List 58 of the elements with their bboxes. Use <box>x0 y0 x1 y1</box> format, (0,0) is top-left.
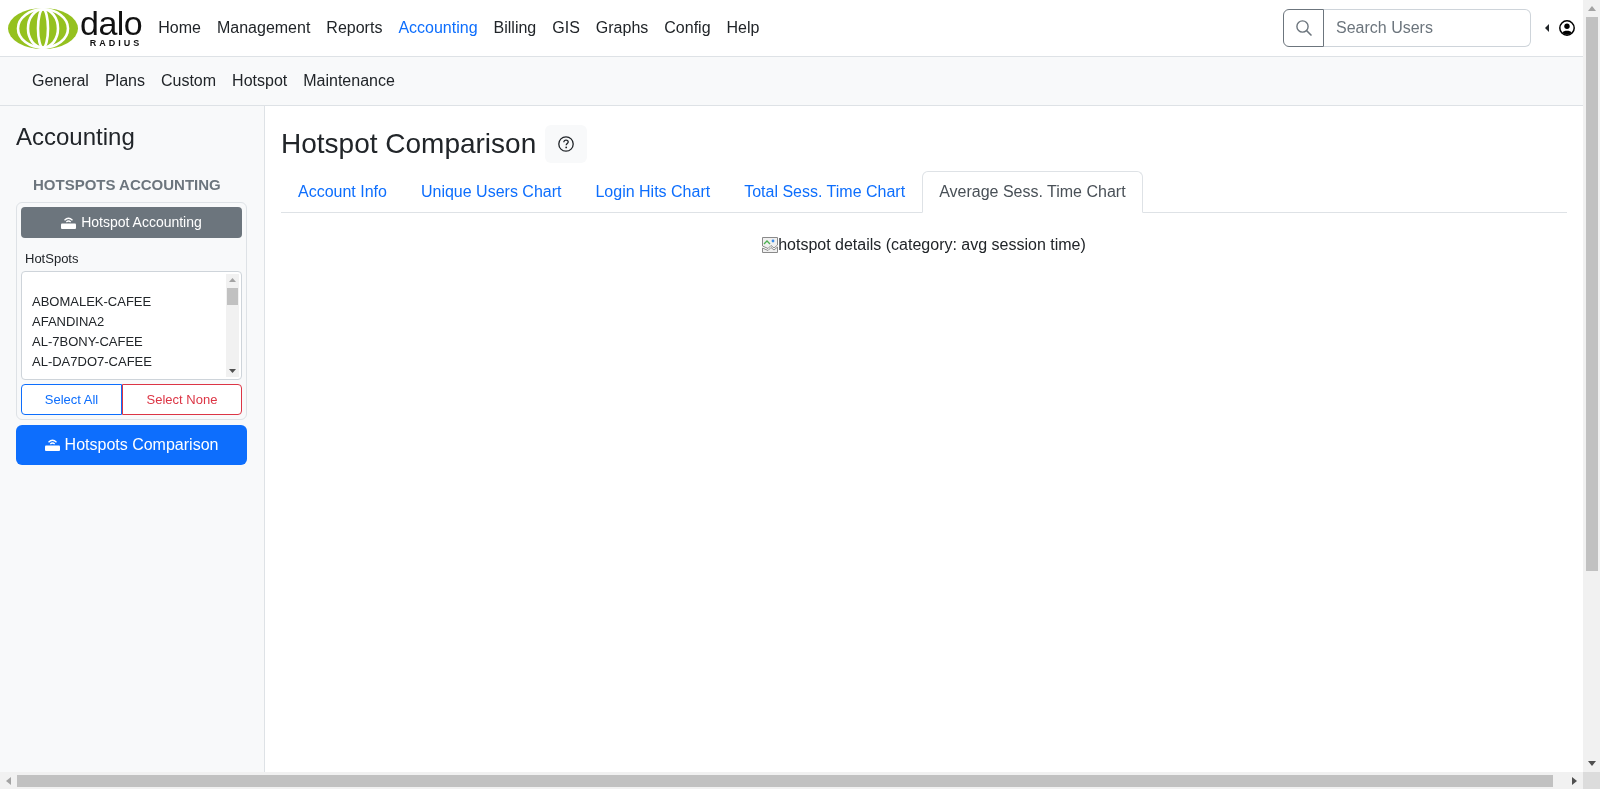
tab[interactable]: Average Sess. Time Chart <box>922 171 1143 213</box>
logo-subtext: RADIUS <box>89 38 143 48</box>
search-field[interactable]: Search Users <box>1324 9 1531 47</box>
nav-link[interactable]: Config <box>656 8 719 48</box>
section-title: HOTSPOTS ACCOUNTING <box>32 176 222 194</box>
scroll-down-icon[interactable] <box>1587 761 1596 766</box>
question-circle-icon <box>558 136 575 152</box>
tab[interactable]: Total Sess. Time Chart <box>727 171 923 213</box>
list-option[interactable]: ABOMALEK-CAFEE <box>22 292 226 312</box>
search-button[interactable] <box>1283 9 1324 47</box>
nav-link[interactable]: Reports <box>318 8 391 48</box>
subnav-link[interactable]: Hotspot <box>224 61 296 101</box>
tab[interactable]: Account Info <box>281 171 404 213</box>
scroll-up-icon[interactable] <box>229 278 236 282</box>
field-label: HotSpots <box>24 251 80 267</box>
tab[interactable]: Login Hits Chart <box>578 171 728 213</box>
list-option[interactable]: AL-7BONY-CAFEE <box>22 332 226 352</box>
vertical-scrollbar[interactable] <box>1583 0 1600 772</box>
scroll-left-icon[interactable] <box>6 776 11 785</box>
subnav-link[interactable]: Maintenance <box>295 61 403 101</box>
nav-link[interactable]: Graphs <box>587 8 657 48</box>
page-title: Hotspot Comparison <box>281 127 537 161</box>
scroll-down-icon[interactable] <box>229 369 236 373</box>
caret-left-icon[interactable] <box>1545 24 1549 32</box>
hotspot-accounting-button[interactable]: Hotspot Accounting <box>21 207 242 238</box>
logo-globe-icon <box>8 7 78 49</box>
help-button[interactable] <box>545 125 588 163</box>
broken-image-icon <box>762 237 779 253</box>
hotspots-comparison-button[interactable]: Hotspots Comparison <box>16 425 247 465</box>
nav-link[interactable]: GIS <box>544 8 588 48</box>
sidebar-title: Accounting <box>16 122 136 151</box>
scroll-right-icon[interactable] <box>1572 776 1577 785</box>
nav-link[interactable]: Home <box>150 8 209 48</box>
nav-link[interactable]: Management <box>208 8 319 48</box>
list-option[interactable]: AFANDINA2 <box>22 312 226 332</box>
router-icon <box>61 216 77 229</box>
scroll-up-icon[interactable] <box>1587 6 1596 11</box>
nav-link[interactable]: Help <box>718 8 768 48</box>
nav-link[interactable]: Billing <box>485 8 545 48</box>
image-alt-text: hotspot details (category: avg session time) <box>778 235 1086 255</box>
subnav-link[interactable]: Plans <box>96 61 153 101</box>
subnav-link[interactable]: General <box>24 61 97 101</box>
tab[interactable]: Unique Users Chart <box>403 171 579 213</box>
list-option[interactable]: AL-DA7DO7-CAFEE <box>22 352 226 372</box>
user-circle-icon[interactable] <box>1559 20 1575 36</box>
nav-link[interactable]: Accounting <box>390 8 486 48</box>
subnav-link[interactable]: Custom <box>152 61 225 101</box>
scrollbar-thumb[interactable] <box>227 288 238 305</box>
scrollbar-thumb[interactable] <box>1585 17 1598 571</box>
router-icon <box>44 439 60 451</box>
select-none-button[interactable]: Select None <box>122 384 242 415</box>
logo-text: dalo <box>80 8 143 38</box>
horizontal-scrollbar[interactable] <box>0 772 1600 789</box>
hotspots-listbox[interactable]: ABOMALEK-CAFEE AFANDINA2 AL-7BONY-CAFEE AL-DA7DO7-CAFEE <box>21 271 242 380</box>
select-all-button[interactable]: Select All <box>21 384 122 415</box>
scrollbar-thumb[interactable] <box>17 774 1553 787</box>
search-icon <box>1295 20 1312 36</box>
scrollbar-corner <box>1583 772 1600 789</box>
